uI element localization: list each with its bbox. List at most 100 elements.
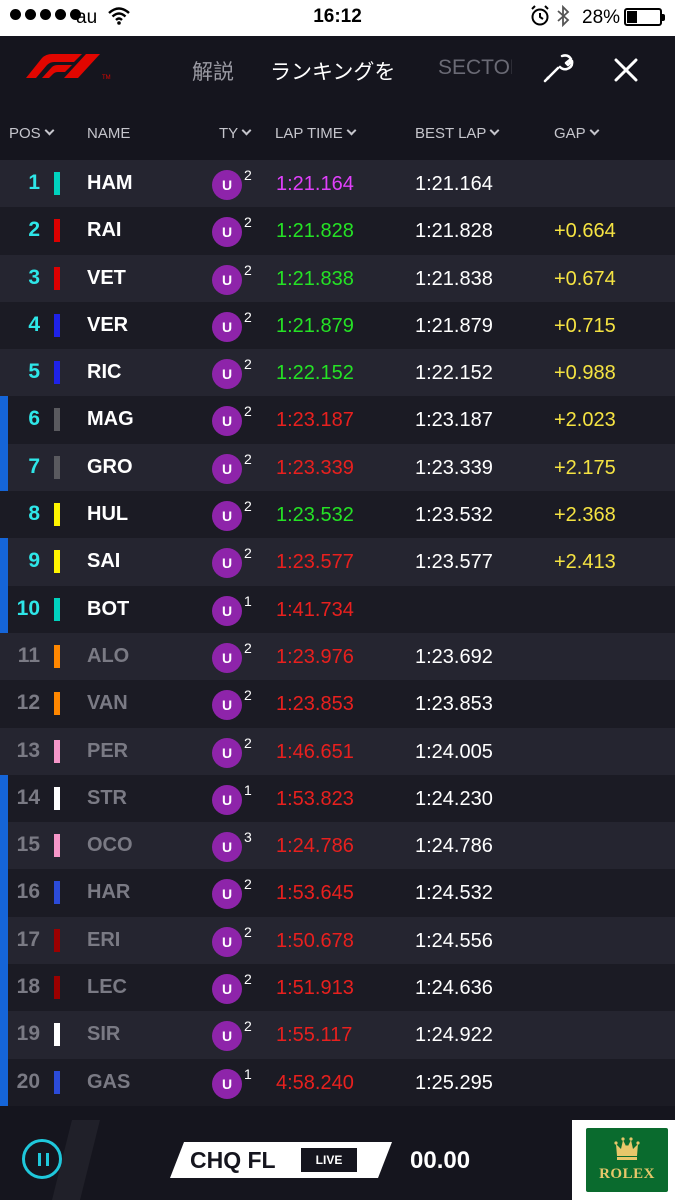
column-lap-time-sort[interactable]: LAP TIME bbox=[275, 125, 357, 142]
position: 2 bbox=[28, 218, 40, 242]
position: 20 bbox=[16, 1069, 40, 1093]
position: 5 bbox=[28, 360, 40, 384]
gap: +0.674 bbox=[554, 267, 616, 290]
tyre-age: 2 bbox=[244, 450, 252, 467]
tab-commentary[interactable]: 解説 bbox=[192, 56, 234, 86]
column-tyre-sort[interactable]: TY bbox=[219, 125, 252, 142]
table-row[interactable]: 16 HAR U 2 1:53.645 1:24.532 bbox=[0, 869, 675, 917]
team-color-bar bbox=[54, 408, 60, 432]
table-row[interactable]: 8 HUL U 2 1:23.532 1:23.532 +2.368 bbox=[0, 491, 675, 539]
svg-text:TM: TM bbox=[102, 75, 111, 81]
driver-name: VER bbox=[87, 313, 129, 336]
team-color-bar bbox=[54, 172, 60, 195]
driver-name: HAM bbox=[87, 172, 133, 194]
team-color-bar bbox=[54, 834, 60, 858]
table-row[interactable]: 20 GAS U 1 4:58.240 1:25.295 bbox=[0, 1058, 675, 1106]
lap-time: 1:41.734 bbox=[276, 598, 354, 621]
driver-name: ERI bbox=[87, 928, 121, 951]
lap-time: 1:23.577 bbox=[276, 551, 354, 574]
position: 17 bbox=[16, 927, 40, 951]
tab-sector[interactable]: SECTOR bbox=[438, 56, 512, 80]
driver-name: RIC bbox=[87, 361, 122, 384]
tyre-age: 1 bbox=[244, 592, 252, 609]
table-row[interactable]: 4 VER U 2 1:21.879 1:21.879 +0.715 bbox=[0, 301, 675, 350]
driver-name: GAS bbox=[87, 1070, 131, 1093]
rolex-sponsor[interactable]: ROLEX bbox=[586, 1128, 668, 1192]
column-gap-sort[interactable]: GAP bbox=[554, 125, 600, 142]
gap: +2.175 bbox=[554, 456, 616, 479]
tab-ranking[interactable]: ランキングを bbox=[270, 56, 395, 86]
lap-time: 1:53.823 bbox=[276, 787, 354, 810]
lap-time: 4:58.240 bbox=[276, 1071, 354, 1094]
table-row[interactable]: 6 MAG U 2 1:23.187 1:23.187 +2.023 bbox=[0, 396, 675, 444]
best-lap: 1:23.692 bbox=[415, 645, 493, 668]
tyre-icon: U bbox=[212, 832, 242, 863]
table-row[interactable]: 3 VET U 2 1:21.838 1:21.838 +0.674 bbox=[0, 254, 675, 302]
tyre-icon: U bbox=[212, 1021, 242, 1052]
position: 3 bbox=[28, 265, 40, 289]
chevron-down-icon bbox=[589, 125, 600, 136]
table-row[interactable]: 18 LEC U 2 1:51.913 1:24.636 bbox=[0, 964, 675, 1012]
column-tyre-label: TY bbox=[219, 125, 239, 142]
tyre-icon: U bbox=[212, 217, 242, 248]
chevron-down-icon bbox=[489, 125, 500, 136]
table-row[interactable]: 14 STR U 1 1:53.823 1:24.230 bbox=[0, 774, 675, 823]
table-row[interactable]: 2 RAI U 2 1:21.828 1:21.828 +0.664 bbox=[0, 207, 675, 255]
table-row[interactable]: 10 BOT U 1 1:41.734 bbox=[0, 585, 675, 633]
team-color-bar bbox=[54, 786, 60, 810]
driver-name: STR bbox=[87, 786, 127, 809]
ios-status-bar: au 16:12 28% bbox=[0, 0, 675, 36]
team-color-bar bbox=[54, 219, 60, 243]
tyre-age: 2 bbox=[244, 261, 252, 278]
position: 9 bbox=[28, 549, 40, 573]
driver-name: OCO bbox=[87, 834, 133, 857]
lap-time: 1:22.152 bbox=[276, 362, 354, 385]
crown-icon bbox=[614, 1137, 640, 1160]
chevron-down-icon bbox=[241, 125, 252, 136]
column-pos-sort[interactable]: POS bbox=[9, 125, 55, 142]
tyre-age: 2 bbox=[244, 403, 252, 420]
team-color-bar bbox=[54, 976, 60, 1000]
table-row[interactable]: 7 GRO U 2 1:23.339 1:23.339 +2.175 bbox=[0, 443, 675, 492]
gap: +2.023 bbox=[554, 409, 616, 432]
table-row[interactable]: 11 ALO U 2 1:23.976 1:23.692 bbox=[0, 632, 675, 681]
tyre-icon: U bbox=[212, 1068, 242, 1099]
best-lap: 1:24.532 bbox=[415, 882, 493, 905]
tyre-age: 2 bbox=[244, 687, 252, 704]
tyre-icon: U bbox=[212, 879, 242, 910]
table-row[interactable]: 12 VAN U 2 1:23.853 1:23.853 bbox=[0, 680, 675, 728]
table-row[interactable]: 9 SAI U 2 1:23.577 1:23.577 +2.413 bbox=[0, 538, 675, 586]
tyre-age: 2 bbox=[244, 356, 252, 373]
best-lap: 1:23.532 bbox=[415, 504, 493, 527]
battery-icon bbox=[624, 8, 665, 26]
column-best-lap-label: BEST LAP bbox=[415, 125, 487, 142]
tyre-age: 2 bbox=[244, 734, 252, 751]
gap: +0.988 bbox=[554, 362, 616, 385]
pause-icon[interactable] bbox=[22, 1139, 62, 1179]
lap-time: 1:24.786 bbox=[276, 835, 354, 858]
tyre-icon: U bbox=[212, 359, 242, 390]
tyre-icon: U bbox=[212, 595, 242, 626]
session-timer: 00.00 bbox=[410, 1147, 471, 1174]
tyre-icon: U bbox=[212, 501, 242, 532]
tyre-age: 2 bbox=[244, 167, 252, 183]
table-row[interactable]: 15 OCO U 3 1:24.786 1:24.786 bbox=[0, 822, 675, 870]
chevron-down-icon bbox=[44, 125, 55, 136]
table-row[interactable]: 5 RIC U 2 1:22.152 1:22.152 +0.988 bbox=[0, 349, 675, 397]
tyre-icon: U bbox=[212, 548, 242, 579]
table-row[interactable]: 17 ERI U 2 1:50.678 1:24.556 bbox=[0, 916, 675, 965]
wrench-icon[interactable] bbox=[540, 52, 574, 91]
tyre-age: 2 bbox=[244, 214, 252, 231]
column-best-lap-sort[interactable]: BEST LAP bbox=[415, 125, 500, 142]
driver-name: MAG bbox=[87, 408, 134, 431]
driver-name: GRO bbox=[87, 455, 133, 478]
lap-time: 1:23.339 bbox=[276, 456, 354, 479]
tyre-icon: U bbox=[212, 926, 242, 957]
table-row[interactable]: 1 HAM U 2 1:21.164 1:21.164 bbox=[0, 160, 675, 208]
f1-logo[interactable]: TM bbox=[18, 52, 116, 87]
table-row[interactable]: 19 SIR U 2 1:55.117 1:24.922 bbox=[0, 1011, 675, 1059]
lap-time: 1:50.678 bbox=[276, 929, 354, 952]
table-row[interactable]: 13 PER U 2 1:46.651 1:24.005 bbox=[0, 727, 675, 775]
close-icon[interactable] bbox=[612, 56, 640, 89]
driver-name: HUL bbox=[87, 503, 129, 526]
